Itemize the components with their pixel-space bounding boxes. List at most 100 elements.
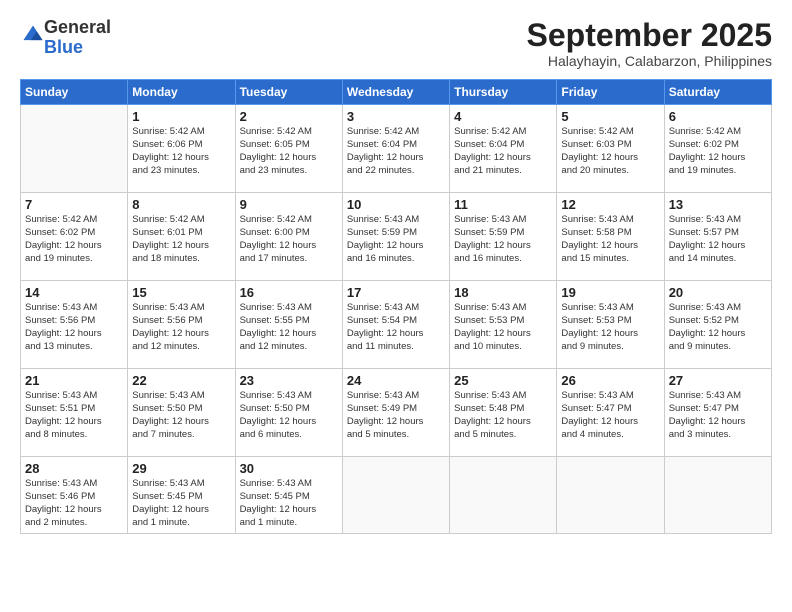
day-info: Sunrise: 5:43 AM Sunset: 5:56 PM Dayligh… — [25, 302, 123, 353]
day-number: 9 — [240, 197, 338, 212]
table-row: 27Sunrise: 5:43 AM Sunset: 5:47 PM Dayli… — [664, 369, 771, 457]
table-row: 18 Sunrise: 5:43 AM Sunset: 5:53 PM Dayli… — [450, 281, 557, 369]
day-number: 21 — [25, 373, 123, 388]
calendar-table: Sunday Monday Tuesday Wednesday Thursday… — [20, 79, 772, 534]
day-info: Sunrise: 5:43 AM Sunset: 5:53 PM Dayligh… — [561, 302, 659, 353]
day-number: 6 — [669, 109, 767, 124]
table-row — [450, 457, 557, 534]
day-number: 16 — [240, 285, 338, 300]
day-info: Sunrise: 5:43 AM Sunset: 5:59 PM Dayligh… — [454, 214, 552, 265]
table-row: 13 Sunrise: 5:43 AM Sunset: 5:57 PM Dayli… — [664, 193, 771, 281]
day-number: 2 — [240, 109, 338, 124]
day-info: Sunrise: 5:43 AM Sunset: 5:53 PM Dayligh… — [454, 302, 552, 353]
day-number: 1 — [132, 109, 230, 124]
table-row: 20 Sunrise: 5:43 AM Sunset: 5:52 PM Dayli… — [664, 281, 771, 369]
day-info: Sunrise: 5:43 AM Sunset: 5:51 PM Dayligh… — [25, 390, 123, 441]
table-row: 6 Sunrise: 5:42 AM Sunset: 6:02 PM Daylig… — [664, 105, 771, 193]
table-row: 12 Sunrise: 5:43 AM Sunset: 5:58 PM Dayli… — [557, 193, 664, 281]
day-number: 23 — [240, 373, 338, 388]
calendar-header-row: Sunday Monday Tuesday Wednesday Thursday… — [21, 80, 772, 105]
day-number: 13 — [669, 197, 767, 212]
day-number: 5 — [561, 109, 659, 124]
day-info: Sunrise: 5:43 AM Sunset: 5:54 PM Dayligh… — [347, 302, 445, 353]
day-info: Sunrise: 5:43 AM Sunset: 5:57 PM Dayligh… — [669, 214, 767, 265]
table-row — [342, 457, 449, 534]
month-title: September 2025 — [527, 18, 772, 53]
day-info: Sunrise: 5:42 AM Sunset: 6:02 PM Dayligh… — [25, 214, 123, 265]
day-number: 22 — [132, 373, 230, 388]
day-info: Sunrise: 5:43 AM Sunset: 5:46 PM Dayligh… — [25, 478, 123, 529]
table-row: 1 Sunrise: 5:42 AM Sunset: 6:06 PM Daylig… — [128, 105, 235, 193]
day-info: Sunrise: 5:42 AM Sunset: 6:05 PM Dayligh… — [240, 126, 338, 177]
table-row — [21, 105, 128, 193]
table-row: 26Sunrise: 5:43 AM Sunset: 5:47 PM Dayli… — [557, 369, 664, 457]
col-wednesday: Wednesday — [342, 80, 449, 105]
day-number: 7 — [25, 197, 123, 212]
table-row — [664, 457, 771, 534]
day-number: 18 — [454, 285, 552, 300]
table-row: 29 Sunrise: 5:43 AM Sunset: 5:45 PM Dayli… — [128, 457, 235, 534]
day-number: 29 — [132, 461, 230, 476]
table-row: 4 Sunrise: 5:42 AM Sunset: 6:04 PM Daylig… — [450, 105, 557, 193]
day-number: 10 — [347, 197, 445, 212]
day-info: Sunrise: 5:43 AM Sunset: 5:50 PM Dayligh… — [240, 390, 338, 441]
col-friday: Friday — [557, 80, 664, 105]
table-row: 23 Sunrise: 5:43 AM Sunset: 5:50 PM Dayli… — [235, 369, 342, 457]
table-row: 5 Sunrise: 5:42 AM Sunset: 6:03 PM Daylig… — [557, 105, 664, 193]
day-info: Sunrise: 5:43 AM Sunset: 5:48 PM Dayligh… — [454, 390, 552, 441]
day-info: Sunrise: 5:43 AM Sunset: 5:47 PM Dayligh… — [561, 390, 659, 441]
logo-text: General Blue — [44, 18, 111, 58]
table-row: 25 Sunrise: 5:43 AM Sunset: 5:48 PM Dayli… — [450, 369, 557, 457]
table-row: 3 Sunrise: 5:42 AM Sunset: 6:04 PM Daylig… — [342, 105, 449, 193]
col-tuesday: Tuesday — [235, 80, 342, 105]
day-number: 3 — [347, 109, 445, 124]
day-number: 12 — [561, 197, 659, 212]
table-row: 16 Sunrise: 5:43 AM Sunset: 5:55 PM Dayli… — [235, 281, 342, 369]
day-number: 14 — [25, 285, 123, 300]
day-info: Sunrise: 5:42 AM Sunset: 6:02 PM Dayligh… — [669, 126, 767, 177]
table-row: 15 Sunrise: 5:43 AM Sunset: 5:56 PM Dayli… — [128, 281, 235, 369]
day-number: 4 — [454, 109, 552, 124]
day-info: Sunrise: 5:42 AM Sunset: 6:03 PM Dayligh… — [561, 126, 659, 177]
day-info: Sunrise: 5:42 AM Sunset: 6:04 PM Dayligh… — [454, 126, 552, 177]
logo: General Blue — [20, 18, 111, 58]
day-number: 24 — [347, 373, 445, 388]
day-info: Sunrise: 5:43 AM Sunset: 5:52 PM Dayligh… — [669, 302, 767, 353]
table-row: 17Sunrise: 5:43 AM Sunset: 5:54 PM Dayli… — [342, 281, 449, 369]
col-thursday: Thursday — [450, 80, 557, 105]
day-info: Sunrise: 5:43 AM Sunset: 5:56 PM Dayligh… — [132, 302, 230, 353]
day-number: 19 — [561, 285, 659, 300]
day-info: Sunrise: 5:43 AM Sunset: 5:45 PM Dayligh… — [132, 478, 230, 529]
day-info: Sunrise: 5:43 AM Sunset: 5:49 PM Dayligh… — [347, 390, 445, 441]
day-info: Sunrise: 5:42 AM Sunset: 6:06 PM Dayligh… — [132, 126, 230, 177]
day-number: 30 — [240, 461, 338, 476]
day-number: 11 — [454, 197, 552, 212]
table-row — [557, 457, 664, 534]
day-info: Sunrise: 5:43 AM Sunset: 5:45 PM Dayligh… — [240, 478, 338, 529]
table-row: 8Sunrise: 5:42 AM Sunset: 6:01 PM Daylig… — [128, 193, 235, 281]
day-info: Sunrise: 5:43 AM Sunset: 5:47 PM Dayligh… — [669, 390, 767, 441]
title-block: September 2025 Halayhayin, Calabarzon, P… — [527, 18, 772, 69]
table-row: 9 Sunrise: 5:42 AM Sunset: 6:00 PM Daylig… — [235, 193, 342, 281]
table-row: 24 Sunrise: 5:43 AM Sunset: 5:49 PM Dayli… — [342, 369, 449, 457]
col-saturday: Saturday — [664, 80, 771, 105]
col-sunday: Sunday — [21, 80, 128, 105]
day-info: Sunrise: 5:42 AM Sunset: 6:04 PM Dayligh… — [347, 126, 445, 177]
table-row: 10Sunrise: 5:43 AM Sunset: 5:59 PM Dayli… — [342, 193, 449, 281]
table-row: 30 Sunrise: 5:43 AM Sunset: 5:45 PM Dayli… — [235, 457, 342, 534]
day-info: Sunrise: 5:42 AM Sunset: 6:00 PM Dayligh… — [240, 214, 338, 265]
day-number: 15 — [132, 285, 230, 300]
table-row: 19 Sunrise: 5:43 AM Sunset: 5:53 PM Dayli… — [557, 281, 664, 369]
day-info: Sunrise: 5:43 AM Sunset: 5:55 PM Dayligh… — [240, 302, 338, 353]
table-row: 28Sunrise: 5:43 AM Sunset: 5:46 PM Dayli… — [21, 457, 128, 534]
location-subtitle: Halayhayin, Calabarzon, Philippines — [527, 53, 772, 69]
table-row: 11 Sunrise: 5:43 AM Sunset: 5:59 PM Dayli… — [450, 193, 557, 281]
table-row: 22Sunrise: 5:43 AM Sunset: 5:50 PM Dayli… — [128, 369, 235, 457]
day-number: 25 — [454, 373, 552, 388]
day-number: 20 — [669, 285, 767, 300]
day-number: 8 — [132, 197, 230, 212]
day-info: Sunrise: 5:43 AM Sunset: 5:58 PM Dayligh… — [561, 214, 659, 265]
table-row: 7 Sunrise: 5:42 AM Sunset: 6:02 PM Daylig… — [21, 193, 128, 281]
table-row: 14 Sunrise: 5:43 AM Sunset: 5:56 PM Dayli… — [21, 281, 128, 369]
page-header: General Blue September 2025 Halayhayin, … — [20, 18, 772, 69]
